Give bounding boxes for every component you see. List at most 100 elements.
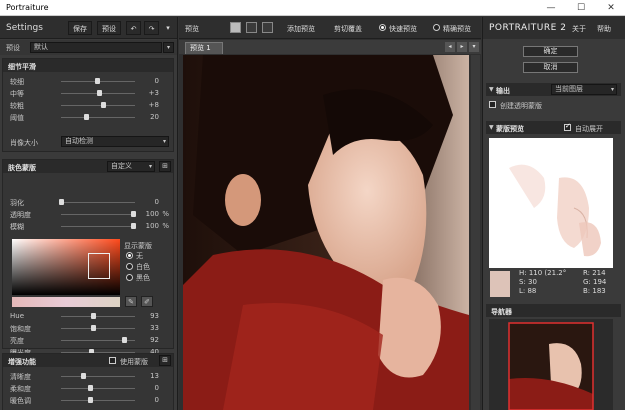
about-button[interactable]: 关于: [572, 24, 586, 34]
help-button[interactable]: 帮助: [597, 24, 611, 34]
slider-row: 柔和度 0: [3, 382, 173, 394]
close-button[interactable]: ✕: [598, 1, 624, 15]
slider-handle[interactable]: [95, 78, 100, 84]
enhancements-title: 增强功能: [8, 358, 36, 366]
slider-row: 暖色调 0: [3, 394, 173, 406]
eyedropper-plus-icon[interactable]: ✐: [141, 296, 153, 307]
info-g: G: 194: [583, 278, 607, 286]
slider-value[interactable]: 20: [133, 113, 159, 121]
enhance-tool-icon[interactable]: ⊞: [159, 355, 171, 366]
accurate-preview-radio[interactable]: [433, 24, 440, 31]
maximize-button[interactable]: ☐: [568, 1, 594, 15]
show-mask-radio[interactable]: [126, 252, 133, 259]
save-button[interactable]: 保存: [68, 21, 92, 35]
output-header[interactable]: ▼ 输出 当前图层 ▾: [486, 83, 621, 96]
slider-value[interactable]: 100: [133, 210, 159, 218]
tab-menu-icon[interactable]: ▾: [469, 42, 479, 52]
chevron-down-icon: ▾: [162, 138, 166, 145]
navigator-thumbnail[interactable]: [489, 319, 613, 410]
slider-value[interactable]: 92: [133, 336, 159, 344]
color-picker-field[interactable]: [12, 239, 120, 295]
color-sample-box[interactable]: [88, 253, 110, 279]
show-mask-option-label: 白色: [136, 263, 150, 271]
slider-track[interactable]: [61, 117, 135, 118]
slider-handle[interactable]: [97, 90, 102, 96]
eyedropper-icon[interactable]: ✎: [125, 296, 137, 307]
slider-row: 羽化 0: [3, 196, 173, 208]
slider-track[interactable]: [61, 214, 135, 215]
slider-value[interactable]: 100: [133, 222, 159, 230]
auto-expand-checkbox[interactable]: [564, 122, 571, 131]
clip-overlay-button[interactable]: 剪切覆盖: [334, 24, 362, 34]
navigator-header[interactable]: 导航器: [486, 304, 621, 317]
preview-tabs: 预览 1 ◂ ▸ ▾: [179, 40, 481, 54]
slider-track[interactable]: [61, 202, 135, 203]
next-tab-icon[interactable]: ▸: [457, 42, 467, 52]
preview-scrollbar[interactable]: [471, 55, 480, 410]
slider-value[interactable]: 13: [133, 372, 159, 380]
slider-label: Hue: [10, 312, 25, 320]
slider-handle[interactable]: [91, 325, 96, 331]
output-select[interactable]: 当前图层 ▾: [551, 84, 617, 95]
slider-track[interactable]: [61, 328, 135, 329]
slider-value[interactable]: 0: [133, 396, 159, 404]
enhancements-header[interactable]: 增强功能 使用蒙版 ⊞: [3, 354, 173, 367]
slider-track[interactable]: [61, 376, 135, 377]
portrait-size-select[interactable]: 自动检测 ▾: [61, 136, 169, 147]
detail-smoothing-header[interactable]: 细节平滑: [3, 59, 173, 72]
mask-mode-select[interactable]: 自定义 ▾: [107, 161, 155, 172]
slider-handle[interactable]: [91, 313, 96, 319]
menu-icon[interactable]: ▾: [162, 21, 174, 35]
ok-button[interactable]: 确定: [523, 46, 578, 57]
minimize-button[interactable]: —: [538, 1, 564, 15]
preset-menu-icon[interactable]: ▾: [163, 42, 174, 53]
slider-value[interactable]: 93: [133, 312, 159, 320]
slider-handle[interactable]: [88, 397, 93, 403]
mask-mode-value: 自定义: [111, 162, 132, 170]
slider-track[interactable]: [61, 105, 135, 106]
slider-value[interactable]: +8: [133, 101, 159, 109]
chevron-down-icon: ▾: [148, 163, 152, 170]
slider-handle[interactable]: [101, 102, 106, 108]
tab-preview-1[interactable]: 预览 1: [185, 42, 223, 54]
slider-track[interactable]: [61, 388, 135, 389]
slider-handle[interactable]: [88, 385, 93, 391]
preview-image[interactable]: [183, 55, 469, 410]
cancel-button[interactable]: 取消: [523, 62, 578, 73]
sample-color-swatch: [490, 271, 510, 297]
slider-handle[interactable]: [122, 337, 127, 343]
preset-select[interactable]: 默认: [30, 42, 162, 53]
slider-track[interactable]: [61, 316, 135, 317]
single-view-icon[interactable]: [230, 22, 241, 33]
slider-value[interactable]: +3: [133, 89, 159, 97]
create-mask-checkbox[interactable]: [489, 101, 496, 108]
show-mask-radio[interactable]: [126, 263, 133, 270]
slider-handle[interactable]: [81, 373, 86, 379]
slider-track[interactable]: [61, 400, 135, 401]
slider-handle[interactable]: [84, 114, 89, 120]
mask-tool-icon[interactable]: ⊞: [159, 161, 171, 172]
slider-handle[interactable]: [59, 199, 64, 205]
slider-value[interactable]: 0: [133, 77, 159, 85]
split-horizontal-icon[interactable]: [246, 22, 257, 33]
window-title: Portraiture: [6, 3, 49, 12]
portrait-photo: [183, 55, 469, 410]
prev-tab-icon[interactable]: ◂: [445, 42, 455, 52]
hue-range-band[interactable]: [12, 297, 120, 307]
slider-value[interactable]: 0: [133, 384, 159, 392]
skin-mask-header[interactable]: 肤色蒙版 自定义 ▾ ⊞: [3, 160, 173, 173]
preset-button[interactable]: 预设: [97, 21, 121, 35]
undo-icon[interactable]: ↶: [126, 21, 141, 35]
show-mask-radio[interactable]: [126, 274, 133, 281]
add-preview-button[interactable]: 添加预览: [287, 24, 315, 34]
slider-value[interactable]: 0: [133, 198, 159, 206]
split-vertical-icon[interactable]: [262, 22, 273, 33]
slider-value[interactable]: 33: [133, 324, 159, 332]
mask-preview-header[interactable]: ▼ 蒙版预览 自动展开: [486, 121, 621, 134]
mask-preview-title: 蒙版预览: [496, 125, 524, 133]
fast-preview-radio[interactable]: [379, 24, 386, 31]
slider-track[interactable]: [61, 226, 135, 227]
slider-label: 柔和度: [10, 385, 31, 393]
use-mask-checkbox[interactable]: [109, 357, 116, 364]
redo-icon[interactable]: ↷: [144, 21, 159, 35]
